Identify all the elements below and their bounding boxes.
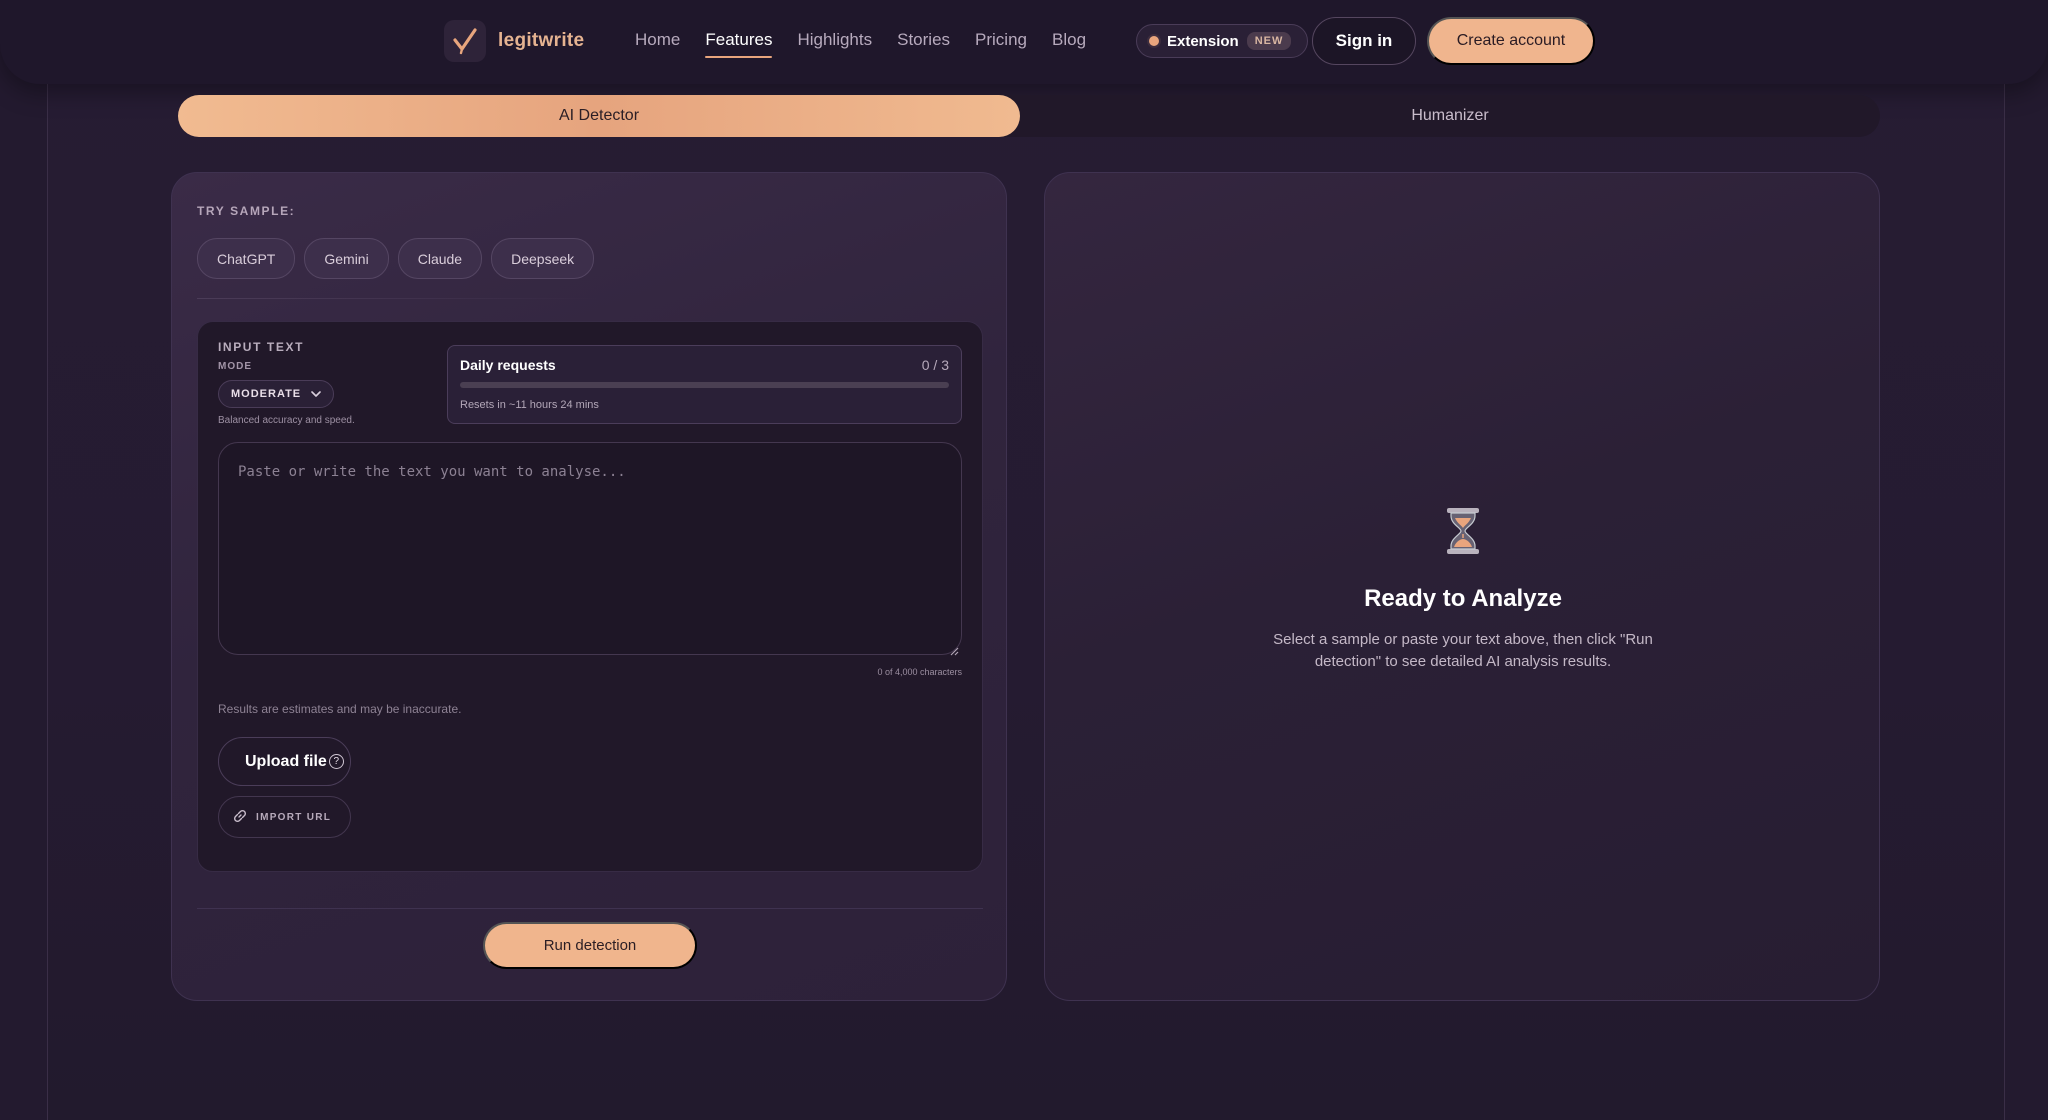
import-url-label: IMPORT URL (256, 811, 332, 823)
daily-reset-text: Resets in ~11 hours 24 mins (460, 399, 599, 411)
daily-requests-progress (460, 382, 949, 388)
disclaimer-text: Results are estimates and may be inaccur… (218, 702, 462, 716)
nav-home[interactable]: Home (635, 30, 680, 58)
ready-description: Select a sample or paste your text above… (1273, 631, 1653, 670)
results-card: Ready to Analyze Select a sample or past… (1044, 172, 1880, 1001)
mode-value: MODERATE (231, 388, 302, 400)
logo-check-icon (444, 20, 486, 62)
try-sample-label: TRY SAMPLE: (197, 204, 296, 218)
brand-name: legitwrite (498, 30, 585, 51)
help-icon[interactable]: ? (328, 754, 344, 769)
new-badge: NEW (1246, 32, 1292, 50)
create-account-button[interactable]: Create account (1427, 17, 1595, 65)
sample-gemini-button[interactable]: Gemini (304, 238, 389, 279)
daily-requests-box: Daily requests 0 / 3 Resets in ~11 hours… (447, 345, 962, 424)
text-input[interactable] (218, 442, 962, 655)
mode-tabs: AI Detector Humanizer (178, 95, 1880, 137)
daily-requests-count: 0 / 3 (921, 357, 949, 373)
hourglass-icon (1443, 506, 1483, 561)
extension-button[interactable]: Extension NEW (1136, 24, 1309, 58)
mode-select[interactable]: MODERATE (218, 380, 334, 408)
status-dot-icon (1149, 36, 1159, 46)
nav-highlights[interactable]: Highlights (797, 30, 872, 58)
mode-label: MODE (218, 361, 252, 372)
ready-title: Ready to Analyze (1364, 585, 1562, 612)
detector-input-card: TRY SAMPLE: ChatGPT Gemini Claude Deepse… (171, 172, 1007, 1001)
extension-label: Extension (1167, 32, 1239, 50)
daily-requests-title: Daily requests (460, 357, 556, 373)
nav-features[interactable]: Features (705, 30, 773, 58)
sample-chatgpt-button[interactable]: ChatGPT (197, 238, 296, 279)
nav-pricing[interactable]: Pricing (975, 30, 1027, 58)
divider (197, 908, 983, 909)
chevron-down-icon (311, 385, 321, 403)
nav-stories[interactable]: Stories (897, 30, 950, 58)
upload-file-label: Upload file (245, 752, 327, 770)
run-detection-button[interactable]: Run detection (483, 922, 697, 969)
tab-humanizer[interactable]: Humanizer (1020, 95, 1880, 137)
sign-in-button[interactable]: Sign in (1312, 17, 1416, 65)
import-url-button[interactable]: IMPORT URL (218, 796, 351, 838)
sample-deepseek-button[interactable]: Deepseek (491, 238, 595, 279)
logo[interactable]: legitwrite (444, 20, 584, 62)
tab-ai-detector[interactable]: AI Detector (178, 95, 1020, 137)
sample-claude-button[interactable]: Claude (397, 238, 483, 279)
divider (197, 298, 597, 299)
link-icon (233, 809, 247, 826)
sample-buttons: ChatGPT Gemini Claude Deepseek (197, 238, 595, 279)
nav-blog[interactable]: Blog (1052, 30, 1086, 58)
nav-links: Home Features Highlights Stories Pricing… (635, 30, 1086, 58)
mode-description: Balanced accuracy and speed. (218, 415, 355, 426)
upload-file-button[interactable]: Upload file ? (218, 737, 351, 786)
input-panel: INPUT TEXT MODE MODERATE Balanced accura… (197, 321, 983, 872)
character-count: 0 of 4,000 characters (877, 667, 962, 677)
resize-handle-icon[interactable] (950, 643, 959, 661)
top-navbar: legitwrite Home Features Highlights Stor… (0, 0, 2048, 84)
input-text-label: INPUT TEXT (218, 340, 305, 354)
